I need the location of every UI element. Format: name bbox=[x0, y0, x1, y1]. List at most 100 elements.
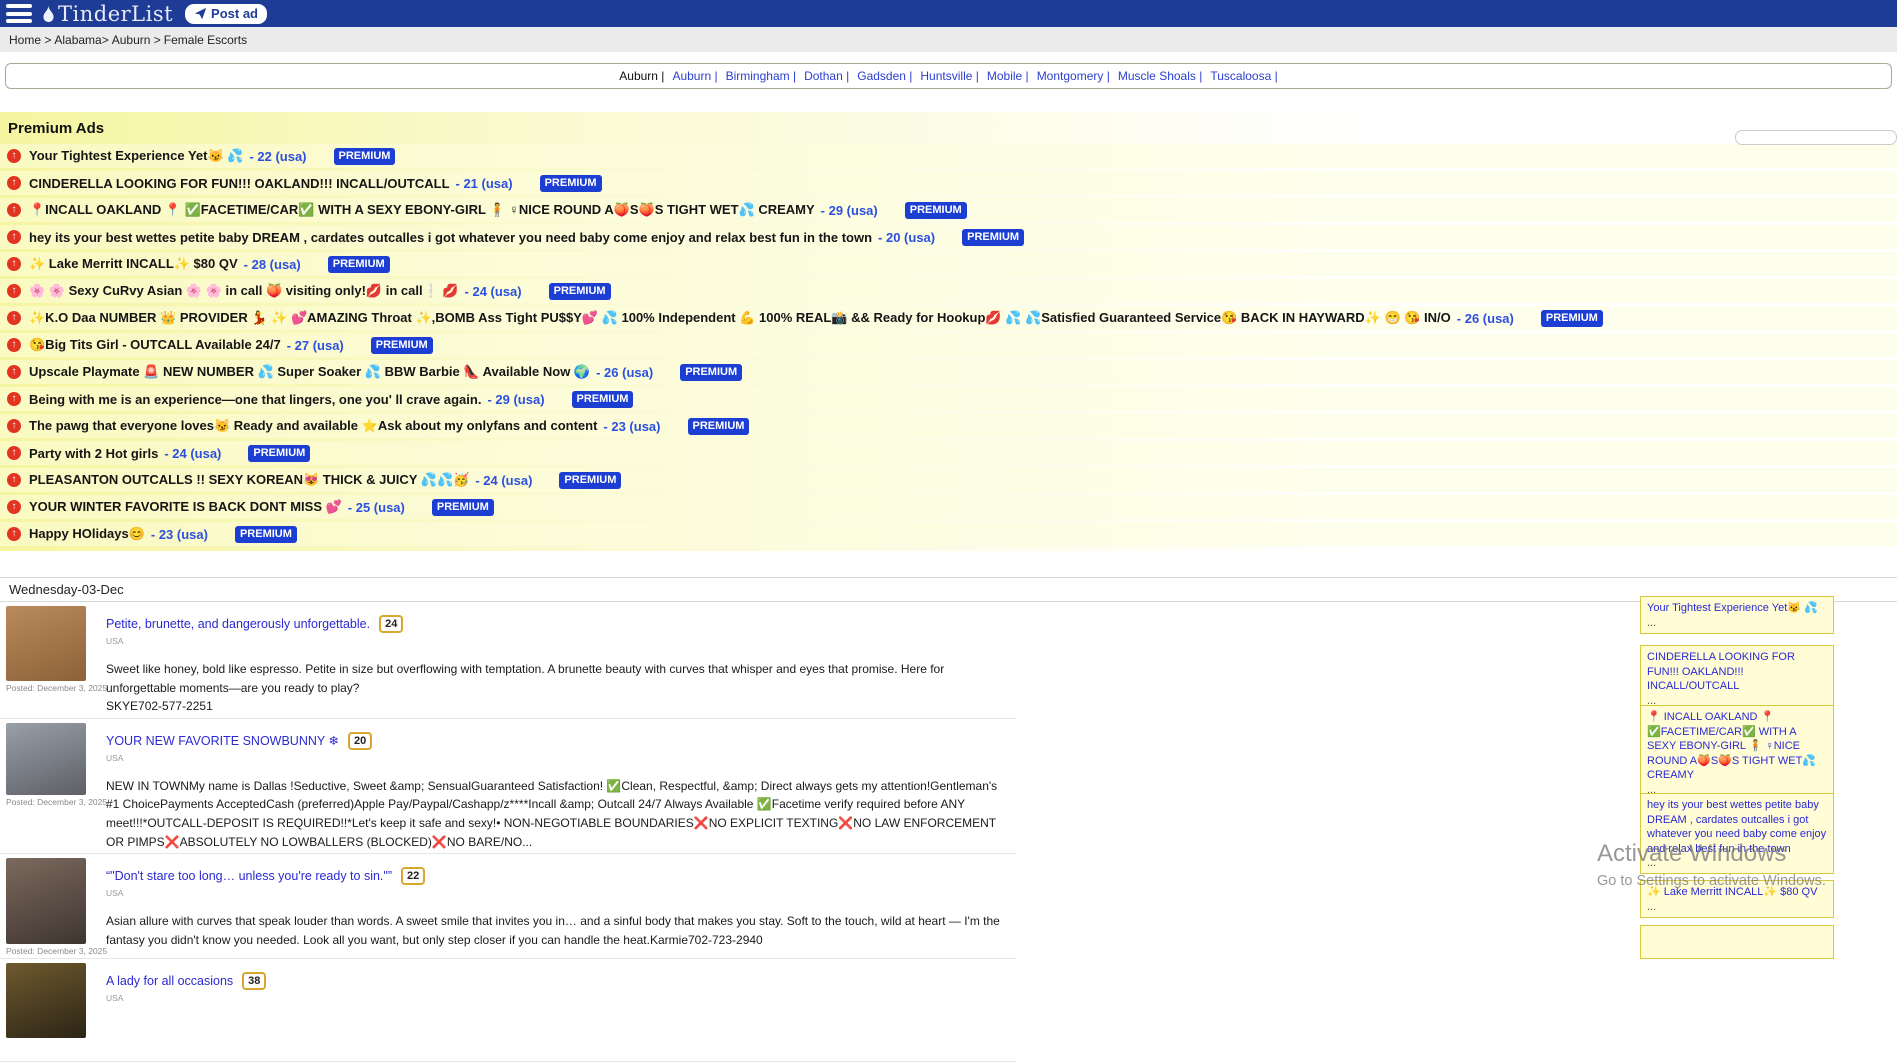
premium-badge: PREMIUM bbox=[328, 256, 390, 273]
sidebar-ad-box[interactable]: CINDERELLA LOOKING FOR FUN!!! OAKLAND!!!… bbox=[1640, 645, 1834, 712]
breadcrumb-link-home[interactable]: Home > bbox=[9, 33, 51, 47]
premium-ad-title[interactable]: 📍INCALL OAKLAND 📍 ✅FACETIME/CAR✅ WITH A … bbox=[29, 202, 815, 218]
city-link-gadsden[interactable]: Gadsden | bbox=[857, 69, 912, 83]
listing-description: NEW IN TOWNMy name is Dallas !Seductive,… bbox=[106, 777, 1011, 851]
listing-thumbnail[interactable] bbox=[6, 858, 86, 944]
age-badge: 38 bbox=[242, 972, 266, 990]
premium-ads-section: Premium Ads Your Tightest Experience Yet… bbox=[0, 112, 1897, 551]
listing-phone: SKYE702-577-2251 bbox=[106, 697, 1016, 716]
sidebar-ad-box[interactable]: 📍 INCALL OAKLAND 📍 ✅FACETIME/CAR✅ WITH A… bbox=[1640, 705, 1834, 801]
top-navbar: TinderList Post ad bbox=[0, 0, 1897, 27]
sidebar-ad-link[interactable]: Your Tightest Experience Yet😼 💦 bbox=[1647, 601, 1827, 616]
listing-thumb-column bbox=[0, 963, 94, 1059]
premium-ad-title[interactable]: 😘Big Tits Girl - OUTCALL Available 24/7 bbox=[29, 337, 281, 353]
breadcrumb-link-auburn[interactable]: Auburn > bbox=[112, 33, 161, 47]
sidebar-ad-link[interactable]: ✨ Lake Merritt INCALL✨ $80 QV bbox=[1647, 885, 1827, 900]
premium-badge: PREMIUM bbox=[1541, 310, 1603, 327]
listing-thumb-column: Posted: December 3, 2025 bbox=[0, 858, 94, 956]
sidebar-ad-link[interactable]: CINDERELLA LOOKING FOR FUN!!! OAKLAND!!!… bbox=[1647, 650, 1827, 694]
up-arrow-icon bbox=[7, 149, 21, 163]
sidebar-ad-link[interactable]: 📍 INCALL OAKLAND 📍 ✅FACETIME/CAR✅ WITH A… bbox=[1647, 710, 1827, 783]
listing-title-link[interactable]: “"Don't stare too long… unless you're re… bbox=[106, 869, 392, 883]
city-link-auburn[interactable]: Auburn | bbox=[672, 69, 717, 83]
premium-ad-row[interactable]: CINDERELLA LOOKING FOR FUN!!! OAKLAND!!!… bbox=[0, 171, 1897, 195]
premium-badge: PREMIUM bbox=[962, 229, 1024, 246]
premium-ad-title[interactable]: The pawg that everyone loves😼 Ready and … bbox=[29, 418, 597, 434]
city-filter-box: Auburn | Auburn | Birmingham | Dothan | … bbox=[5, 63, 1892, 89]
premium-ad-title[interactable]: Being with me is an experience—one that … bbox=[29, 392, 481, 407]
premium-ad-title[interactable]: Your Tightest Experience Yet😼 💦 bbox=[29, 148, 243, 164]
listing-row: A lady for all occasions 38 USA bbox=[0, 959, 1016, 1062]
listing-body: YOUR NEW FAVORITE SNOWBUNNY ❄ 20 USA NEW… bbox=[106, 723, 1016, 851]
hamburger-menu-icon[interactable] bbox=[6, 4, 32, 23]
premium-ad-row[interactable]: hey its your best wettes petite baby DRE… bbox=[0, 225, 1897, 249]
premium-ad-row[interactable]: Upscale Playmate 🚨 NEW NUMBER 💦 Super So… bbox=[0, 360, 1897, 384]
premium-ad-title[interactable]: PLEASANTON OUTCALLS !! SEXY KOREAN😻 THIC… bbox=[29, 472, 469, 488]
premium-ad-row[interactable]: Party with 2 Hot girls - 24 (usa) PREMIU… bbox=[0, 441, 1897, 465]
up-arrow-icon bbox=[7, 500, 21, 514]
premium-ad-row[interactable]: Happy HOlidays😊 - 23 (usa) PREMIUM bbox=[0, 522, 1897, 546]
premium-ad-row[interactable]: 📍INCALL OAKLAND 📍 ✅FACETIME/CAR✅ WITH A … bbox=[0, 198, 1897, 222]
premium-ad-row[interactable]: ✨K.O Daa NUMBER 👑 PROVIDER 💃 ✨ 💕AMAZING … bbox=[0, 306, 1897, 330]
premium-ad-row[interactable]: The pawg that everyone loves😼 Ready and … bbox=[0, 414, 1897, 438]
up-arrow-icon bbox=[7, 257, 21, 271]
sidebar-ad-box[interactable]: Your Tightest Experience Yet😼 💦 ... bbox=[1640, 596, 1834, 634]
age-badge: 22 bbox=[401, 867, 425, 885]
sidebar-ad-box[interactable]: hey its your best wettes petite baby DRE… bbox=[1640, 793, 1834, 874]
premium-ad-meta: - 24 (usa) bbox=[465, 284, 522, 299]
breadcrumb-link-alabama[interactable]: Alabama> bbox=[54, 33, 108, 47]
city-current: Auburn | bbox=[619, 69, 664, 83]
sidebar-ad-link[interactable]: hey its your best wettes petite baby DRE… bbox=[1647, 798, 1827, 856]
breadcrumb-link-female-escorts[interactable]: Female Escorts bbox=[164, 33, 247, 47]
brand-logo[interactable]: TinderList bbox=[40, 2, 173, 26]
listing-thumbnail[interactable] bbox=[6, 723, 86, 795]
premium-ad-title[interactable]: YOUR WINTER FAVORITE IS BACK DONT MISS 💕 bbox=[29, 499, 342, 515]
country-label: USA bbox=[106, 636, 1016, 646]
premium-ad-row[interactable]: Being with me is an experience—one that … bbox=[0, 387, 1897, 411]
premium-ad-row[interactable]: 🌸 🌸 Sexy CuRvy Asian 🌸 🌸 in call 🍑 visit… bbox=[0, 279, 1897, 303]
premium-ad-row[interactable]: 😘Big Tits Girl - OUTCALL Available 24/7 … bbox=[0, 333, 1897, 357]
premium-ad-row[interactable]: YOUR WINTER FAVORITE IS BACK DONT MISS 💕… bbox=[0, 495, 1897, 519]
mini-scrollbar[interactable] bbox=[1735, 130, 1897, 145]
posted-date: Posted: December 3, 2025 bbox=[6, 683, 94, 693]
premium-ad-title[interactable]: ✨K.O Daa NUMBER 👑 PROVIDER 💃 ✨ 💕AMAZING … bbox=[29, 310, 1451, 326]
city-link-muscle-shoals[interactable]: Muscle Shoals | bbox=[1118, 69, 1203, 83]
city-link-huntsville[interactable]: Huntsville | bbox=[920, 69, 978, 83]
sidebar-ad-ellipsis: ... bbox=[1647, 901, 1827, 913]
sidebar-ad-box[interactable] bbox=[1640, 925, 1834, 959]
listing-thumbnail[interactable] bbox=[6, 963, 86, 1038]
premium-ad-title[interactable]: ✨ Lake Merritt INCALL✨ $80 QV bbox=[29, 256, 238, 272]
listing-thumbnail[interactable] bbox=[6, 606, 86, 681]
city-link-birmingham[interactable]: Birmingham | bbox=[726, 69, 796, 83]
premium-ad-title[interactable]: CINDERELLA LOOKING FOR FUN!!! OAKLAND!!!… bbox=[29, 176, 450, 191]
city-link-dothan[interactable]: Dothan | bbox=[804, 69, 849, 83]
up-arrow-icon bbox=[7, 527, 21, 541]
premium-ad-row[interactable]: PLEASANTON OUTCALLS !! SEXY KOREAN😻 THIC… bbox=[0, 468, 1897, 492]
premium-badge: PREMIUM bbox=[371, 337, 433, 354]
up-arrow-icon bbox=[7, 176, 21, 190]
listing-description: Sweet like honey, bold like espresso. Pe… bbox=[106, 660, 1011, 697]
premium-ad-meta: - 28 (usa) bbox=[244, 257, 301, 272]
premium-ad-row[interactable]: ✨ Lake Merritt INCALL✨ $80 QV - 28 (usa)… bbox=[0, 252, 1897, 276]
premium-ad-title[interactable]: hey its your best wettes petite baby DRE… bbox=[29, 230, 872, 245]
up-arrow-icon bbox=[7, 365, 21, 379]
premium-ad-row[interactable]: Your Tightest Experience Yet😼 💦 - 22 (us… bbox=[0, 144, 1897, 168]
premium-ad-title[interactable]: Happy HOlidays😊 bbox=[29, 526, 145, 542]
premium-badge: PREMIUM bbox=[248, 445, 310, 462]
post-ad-button[interactable]: Post ad bbox=[185, 4, 267, 24]
listing-body: “"Don't stare too long… unless you're re… bbox=[106, 858, 1016, 956]
premium-ad-title[interactable]: Upscale Playmate 🚨 NEW NUMBER 💦 Super So… bbox=[29, 364, 590, 380]
listing-title-link[interactable]: A lady for all occasions bbox=[106, 974, 233, 988]
premium-ad-title[interactable]: 🌸 🌸 Sexy CuRvy Asian 🌸 🌸 in call 🍑 visit… bbox=[29, 283, 459, 299]
premium-badge: PREMIUM bbox=[432, 499, 494, 516]
city-link-tuscaloosa[interactable]: Tuscaloosa | bbox=[1210, 69, 1277, 83]
listings-list: Posted: December 3, 2025 Petite, brunett… bbox=[0, 602, 1016, 1062]
sidebar-ad-box[interactable]: ✨ Lake Merritt INCALL✨ $80 QV ... bbox=[1640, 880, 1834, 918]
listing-title-link[interactable]: YOUR NEW FAVORITE SNOWBUNNY ❄ bbox=[106, 733, 339, 748]
up-arrow-icon bbox=[7, 284, 21, 298]
listing-title-link[interactable]: Petite, brunette, and dangerously unforg… bbox=[106, 617, 370, 631]
city-link-mobile[interactable]: Mobile | bbox=[987, 69, 1029, 83]
premium-ad-title[interactable]: Party with 2 Hot girls bbox=[29, 446, 158, 461]
city-link-montgomery[interactable]: Montgomery | bbox=[1037, 69, 1110, 83]
premium-ad-meta: - 26 (usa) bbox=[596, 365, 653, 380]
